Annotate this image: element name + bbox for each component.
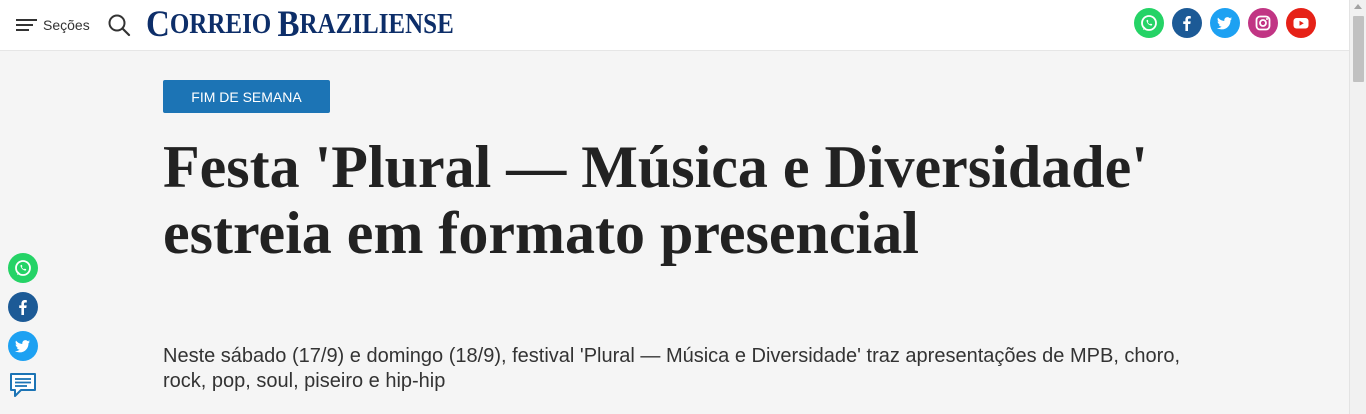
sections-menu-button[interactable]: Seções [16,14,90,36]
twitter-icon[interactable] [8,331,38,361]
instagram-icon[interactable] [1248,8,1278,38]
search-icon[interactable] [107,13,131,37]
comment-icon[interactable] [8,370,38,400]
top-bar: Seções C ORREIO B RAZILIENSE [0,0,1349,51]
header-social-links [1134,8,1316,38]
facebook-icon[interactable] [8,292,38,322]
category-tag[interactable]: Fim de semana [163,80,330,113]
whatsapp-icon[interactable] [8,253,38,283]
article-subtitle: Neste sábado (17/9) e domingo (18/9), fe… [163,345,1181,392]
whatsapp-icon[interactable] [1134,8,1164,38]
page-scrollbar[interactable] [1349,0,1366,414]
site-logo[interactable]: C ORREIO B RAZILIENSE [146,3,454,48]
youtube-icon[interactable] [1286,8,1316,38]
twitter-icon[interactable] [1210,8,1240,38]
scroll-up-arrow-icon[interactable] [1354,4,1362,9]
facebook-icon[interactable] [1172,8,1202,38]
scrollbar-thumb[interactable] [1353,16,1364,82]
share-sidebar [8,253,38,400]
sections-menu-label: Seções [43,17,90,33]
hamburger-icon [16,19,37,31]
article-title: Festa 'Plural — Música e Diversidade' es… [163,134,1148,266]
